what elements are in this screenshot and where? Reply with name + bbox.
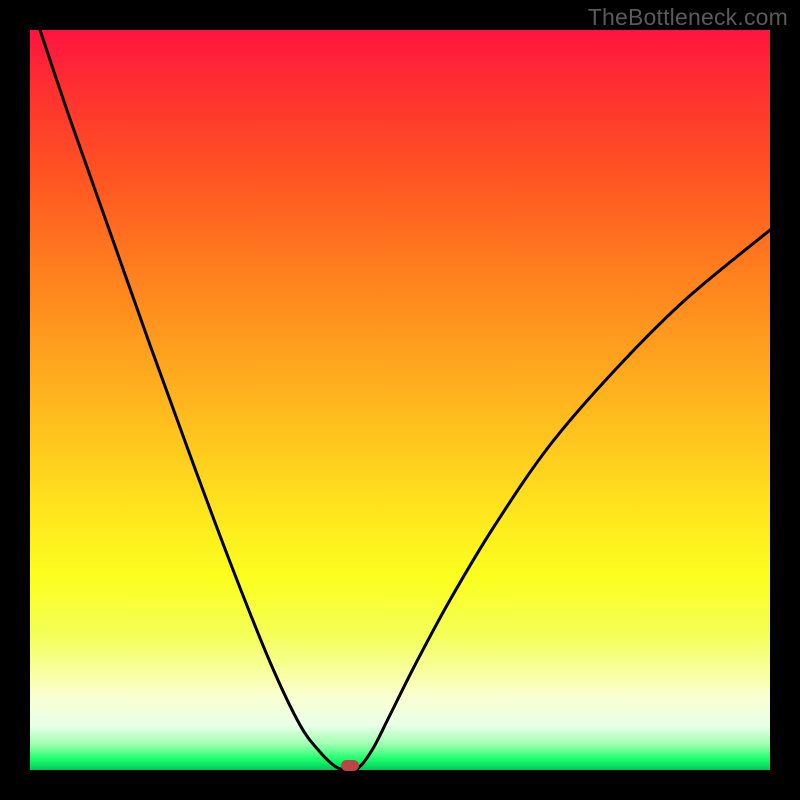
watermark-text: TheBottleneck.com bbox=[588, 4, 788, 31]
curve-right bbox=[356, 230, 770, 770]
plot-area bbox=[30, 30, 770, 770]
curve-left bbox=[40, 30, 344, 770]
chart-frame: TheBottleneck.com bbox=[0, 0, 800, 800]
minimum-marker bbox=[341, 760, 359, 771]
curve-svg bbox=[30, 30, 770, 770]
